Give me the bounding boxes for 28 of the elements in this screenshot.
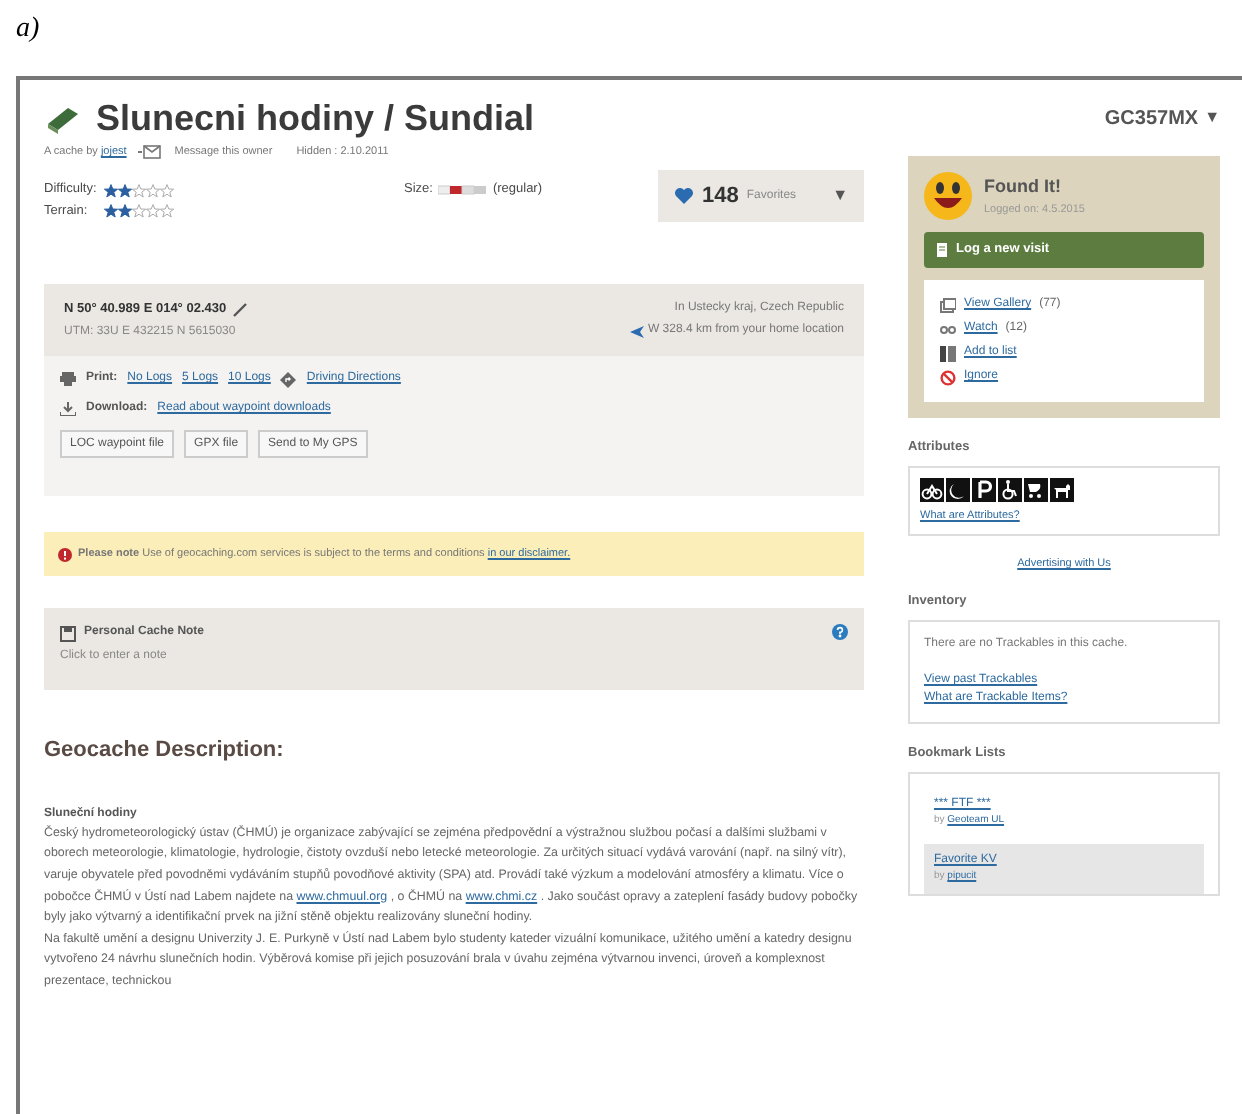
moon-icon [946, 477, 970, 502]
alert-icon [58, 547, 72, 562]
binoculars-icon [940, 321, 956, 337]
images-icon [940, 297, 956, 313]
direction-arrow-icon [629, 325, 644, 338]
stroller-icon [1024, 477, 1048, 502]
heart-icon [674, 186, 694, 207]
size-scale-icon [438, 184, 487, 197]
help-icon [832, 624, 848, 641]
dog-icon [1050, 477, 1074, 502]
description-heading: Geocache Description: [44, 736, 286, 767]
printer-icon [60, 372, 76, 387]
cache-code: GC357MX [1104, 105, 1199, 133]
found-status: Found It! [984, 174, 1063, 201]
download-icon [60, 402, 76, 417]
wheelchair-icon [998, 477, 1022, 502]
logbook-icon [936, 242, 948, 258]
no-entry-icon [940, 369, 956, 385]
caret-button[interactable]: ▼ [1204, 106, 1220, 130]
bicycle-icon [920, 477, 944, 502]
figure-label: a) [16, 12, 40, 48]
smiley-icon [924, 172, 972, 220]
cache-title: Slunecni hodiny / Sundial [96, 95, 535, 142]
pencil-icon [232, 301, 249, 318]
parking-icon [972, 477, 996, 502]
envelope-icon [138, 144, 163, 161]
directions-sign-icon [280, 371, 297, 388]
books-icon [940, 345, 956, 361]
